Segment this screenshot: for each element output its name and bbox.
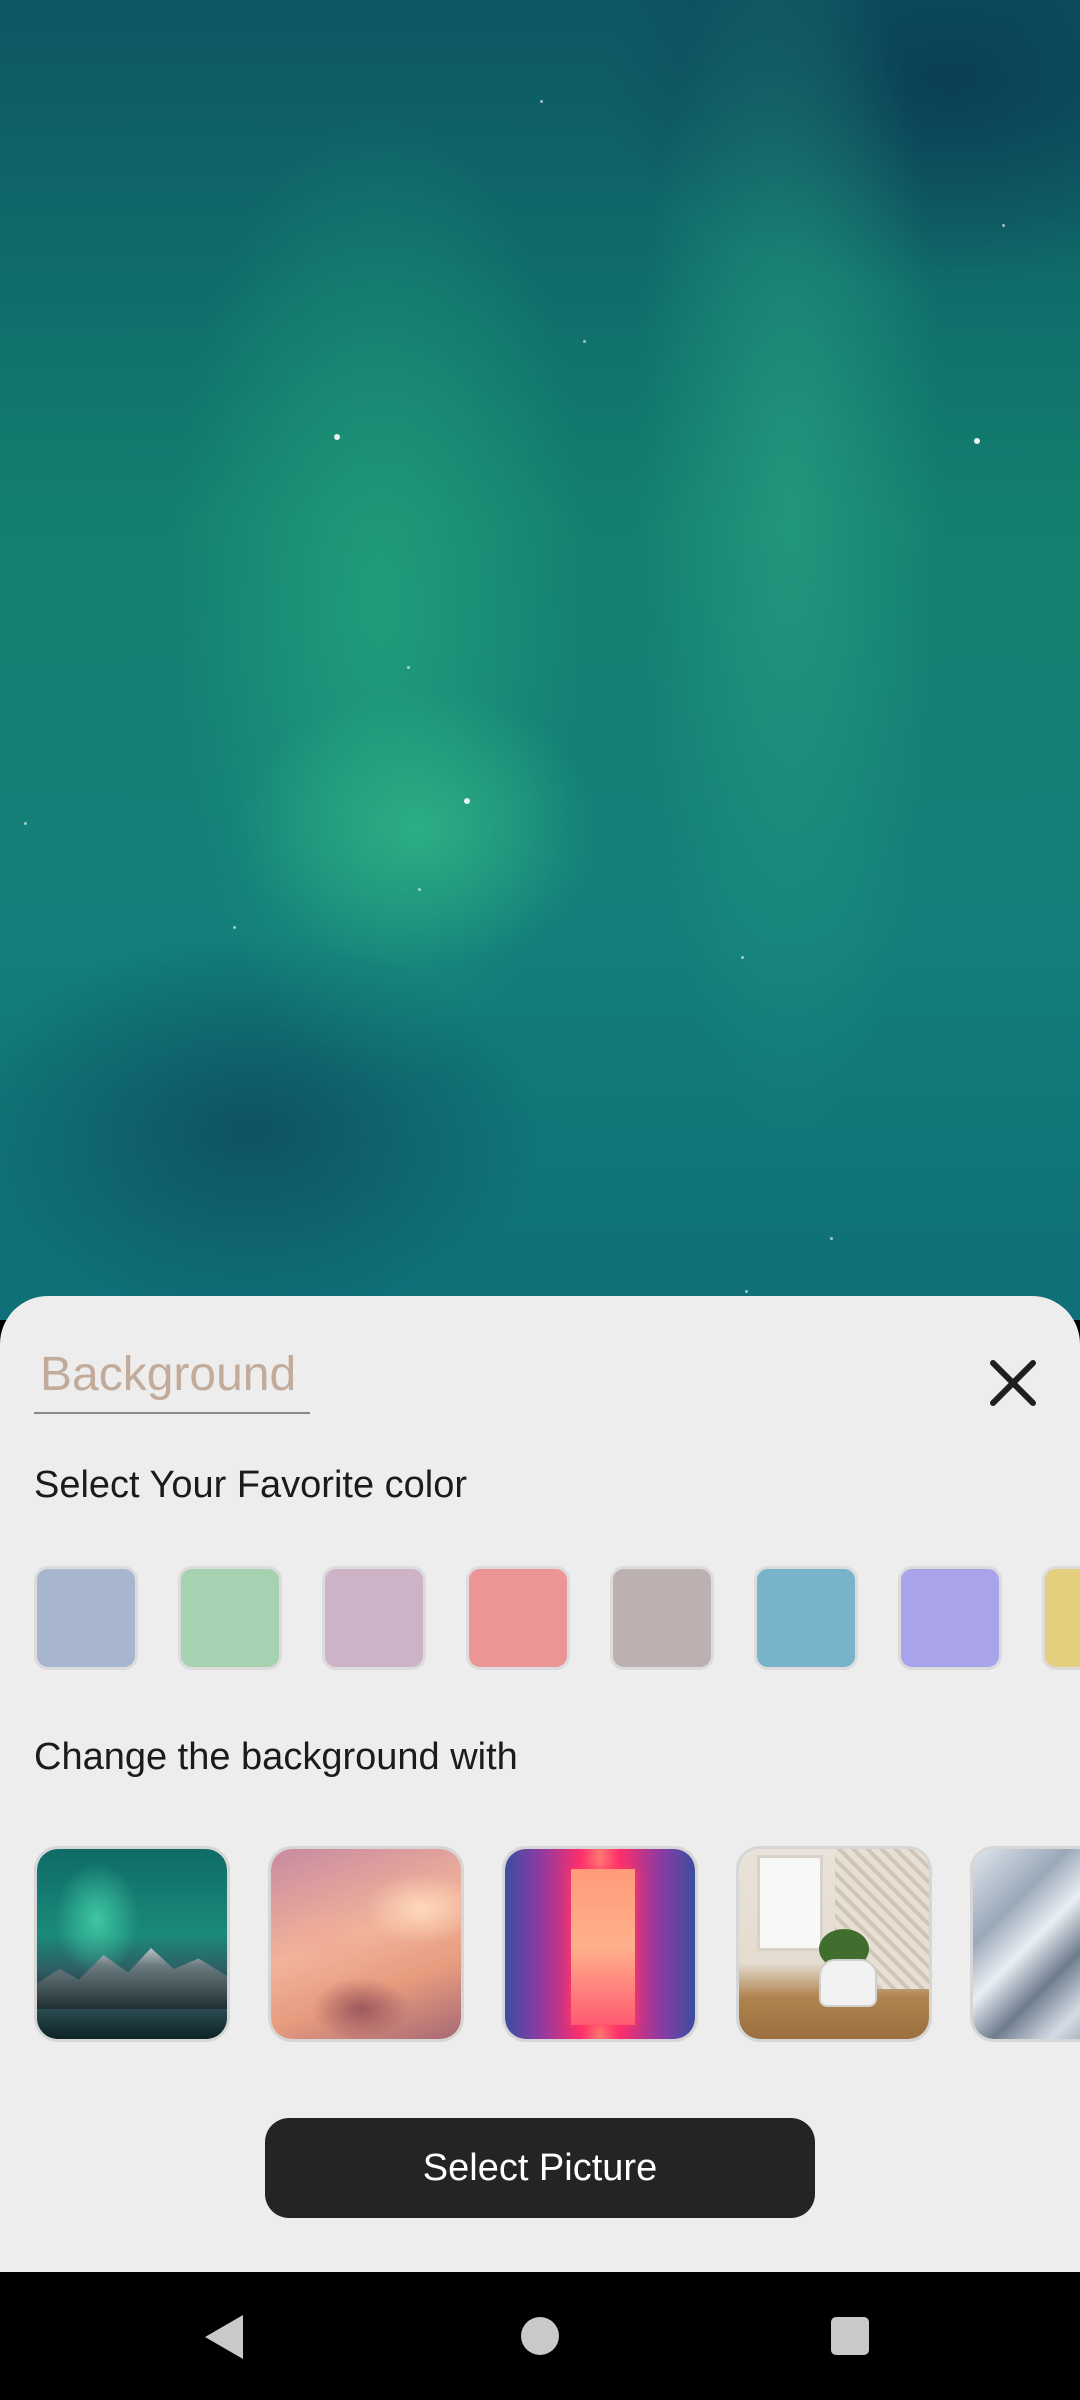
- background-thumb-geometric[interactable]: [970, 1846, 1080, 2042]
- star: [24, 822, 27, 825]
- color-swatch[interactable]: [754, 1566, 858, 1670]
- star: [1002, 224, 1005, 227]
- color-swatch[interactable]: [898, 1566, 1002, 1670]
- color-swatch[interactable]: [322, 1566, 426, 1670]
- recents-icon[interactable]: [831, 2317, 869, 2355]
- star: [830, 1237, 833, 1240]
- color-swatch[interactable]: [34, 1566, 138, 1670]
- color-swatch[interactable]: [466, 1566, 570, 1670]
- background-picker-sheet: Background Select Your Favorite color Ch…: [0, 1296, 1080, 2272]
- wallpaper-preview: [0, 0, 1080, 1320]
- color-swatch-row[interactable]: [34, 1566, 1080, 1676]
- star: [464, 798, 470, 804]
- aurora-mountains-image: [37, 1849, 227, 2039]
- color-swatch[interactable]: [610, 1566, 714, 1670]
- neon-corridor-image: [505, 1849, 695, 2039]
- geometric-triangles-image: [973, 1849, 1080, 2039]
- background-section-label: Change the background with: [34, 1736, 518, 1778]
- white-room-image: [739, 1849, 929, 2039]
- select-picture-button[interactable]: Select Picture: [265, 2118, 815, 2218]
- star: [745, 1290, 748, 1293]
- star: [974, 438, 980, 444]
- background-thumb-neon[interactable]: [502, 1846, 698, 2042]
- star: [407, 666, 410, 669]
- background-image-row[interactable]: [34, 1846, 1080, 2046]
- close-icon: [990, 1360, 1036, 1406]
- star: [540, 100, 543, 103]
- color-swatch[interactable]: [1042, 1566, 1080, 1670]
- home-icon[interactable]: [521, 2317, 559, 2355]
- color-section-label: Select Your Favorite color: [34, 1464, 468, 1506]
- title-underline: Background: [34, 1342, 310, 1414]
- color-swatch[interactable]: [178, 1566, 282, 1670]
- pink-clouds-image: [271, 1849, 461, 2039]
- background-thumb-room[interactable]: [736, 1846, 932, 2042]
- close-button[interactable]: [978, 1348, 1048, 1418]
- background-thumb-aurora[interactable]: [34, 1846, 230, 2042]
- background-thumb-clouds[interactable]: [268, 1846, 464, 2042]
- star: [418, 888, 421, 891]
- sheet-title: Background: [40, 1348, 297, 1401]
- star: [741, 956, 744, 959]
- star: [583, 340, 586, 343]
- star: [233, 926, 236, 929]
- system-nav-bar: [0, 2272, 1080, 2400]
- back-icon[interactable]: [205, 2315, 243, 2359]
- star: [334, 434, 340, 440]
